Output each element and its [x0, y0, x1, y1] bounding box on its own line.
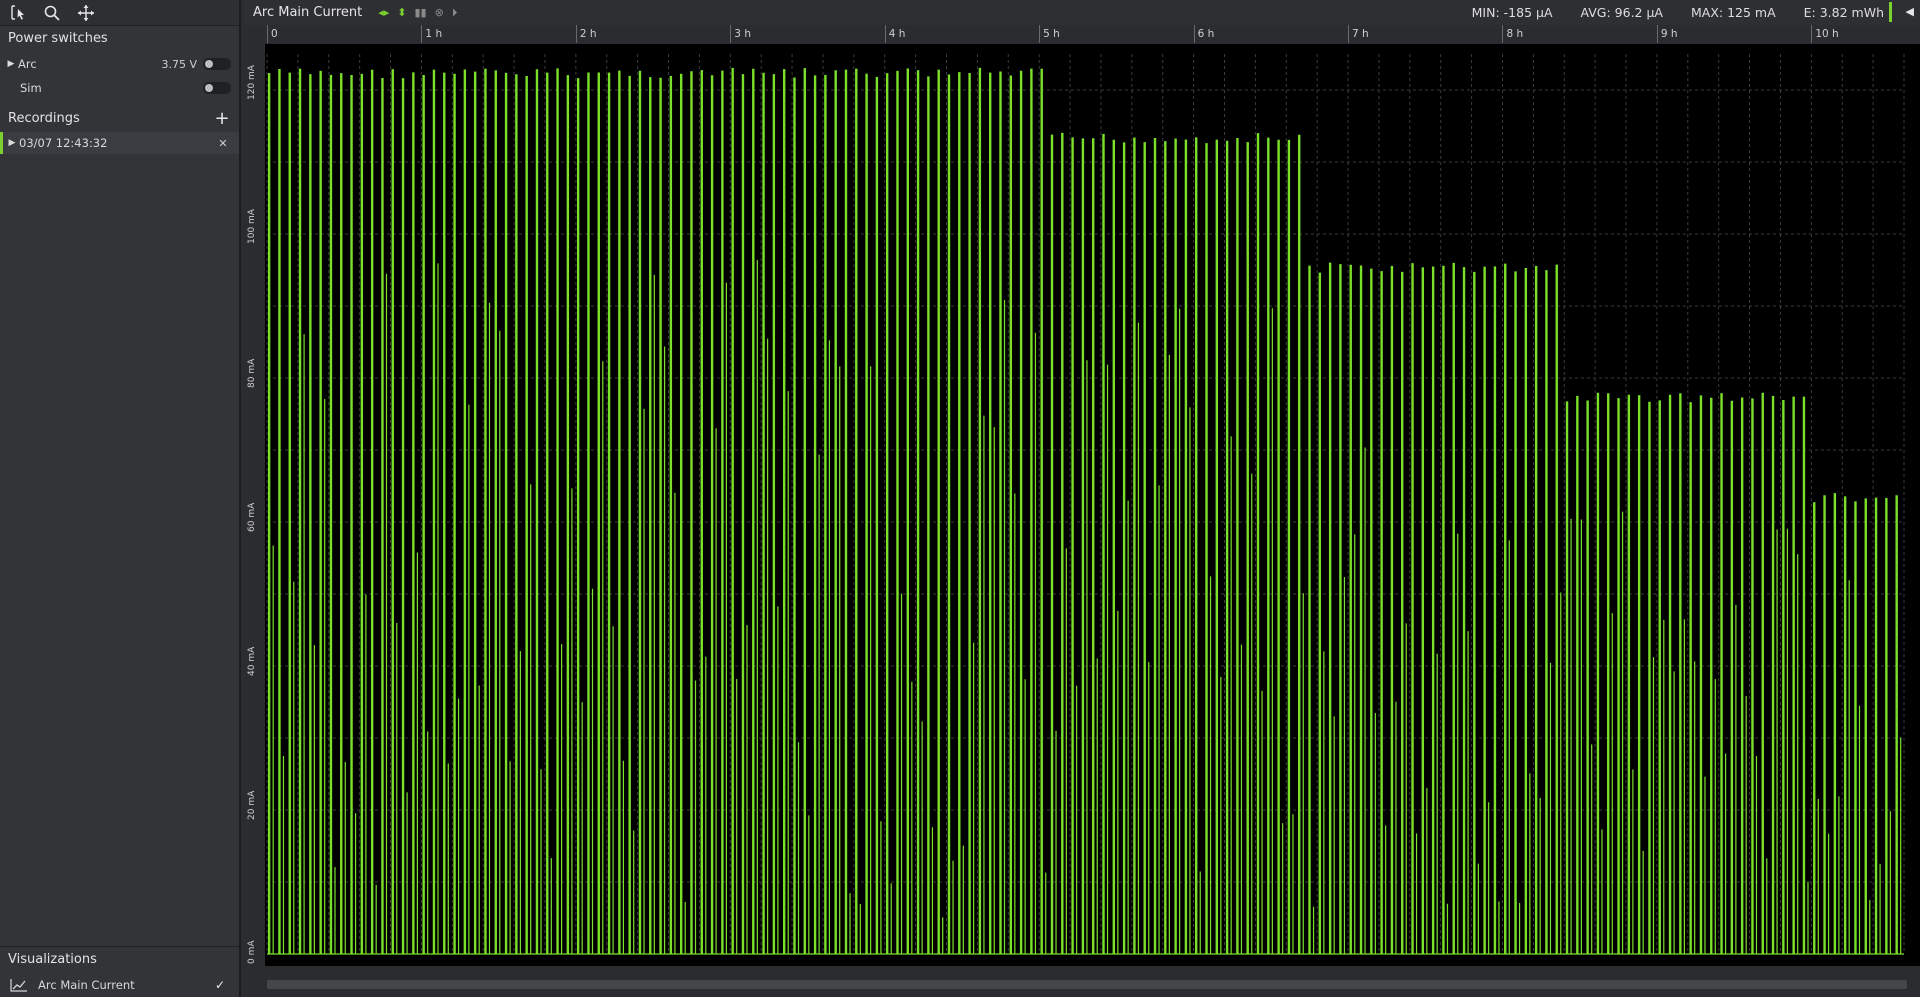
current-tick-label: 120 mA: [247, 65, 257, 100]
power-switches-label: Power switches: [8, 31, 108, 46]
power-toggle-sim[interactable]: [203, 82, 231, 94]
plot-area[interactable]: [265, 44, 1920, 966]
toolbar: [0, 0, 239, 26]
clear-icon[interactable]: ⊗: [435, 6, 444, 19]
visualizations-header: Visualizations: [0, 946, 239, 973]
time-tick-label: 10 h: [1811, 25, 1839, 43]
live-edge-marker: [1889, 2, 1892, 22]
time-scrollbar[interactable]: [267, 980, 1907, 989]
current-tick-label: 20 mA: [247, 790, 257, 820]
time-tick-label: 1 h: [421, 25, 442, 43]
channel-title: Arc Main Current: [253, 5, 363, 20]
cursor-select-icon[interactable]: [6, 2, 30, 24]
visualizations-label: Visualizations: [8, 952, 97, 967]
max-stat: MAX: 125 mA: [1690, 5, 1776, 20]
statistics-readout: MIN: -185 µA AVG: 96.2 µA MAX: 125 mA E:…: [1472, 0, 1884, 25]
expand-caret-icon[interactable]: ▶: [5, 138, 19, 148]
current-tick-label: 40 mA: [247, 646, 257, 676]
time-tick-label: 4 h: [884, 25, 905, 43]
time-tick-label: 9 h: [1656, 25, 1678, 43]
close-icon[interactable]: ✕: [215, 137, 231, 150]
add-recording-button[interactable]: +: [213, 106, 231, 132]
time-tick-label: 6 h: [1193, 25, 1214, 43]
min-stat: MIN: -185 µA: [1471, 5, 1553, 20]
power-switch-label: Sim: [20, 81, 42, 95]
visualization-label: Arc Main Current: [38, 978, 135, 992]
recordings-label: Recordings: [8, 111, 80, 126]
energy-stat: E: 3.82 mWh: [1803, 5, 1884, 20]
fit-vertical-icon[interactable]: ⬍: [397, 6, 406, 19]
channel-header: Arc Main Current ◂▸ ⬍ ▮▮ ⊗ ⏵ MIN: -185 µ…: [243, 0, 1920, 25]
current-tick-label: 100 mA: [247, 209, 257, 244]
recording-label: 03/07 12:43:32: [19, 136, 108, 150]
time-axis: 0 1 h 2 h 3 h 4 h 5 h 6 h 7 h 8 h 9 h 10 h: [265, 25, 1920, 45]
time-tick-label: 8 h: [1502, 25, 1523, 43]
time-tick-label: 5 h: [1039, 25, 1060, 43]
avg-stat: AVG: 96.2 µA: [1580, 5, 1663, 20]
expand-caret-icon[interactable]: ▶: [4, 59, 18, 69]
current-trace-chart: [266, 54, 1905, 955]
current-tick-label: 60 mA: [247, 502, 257, 532]
power-switch-label: Arc: [18, 57, 37, 71]
power-toggle-arc[interactable]: [203, 58, 231, 70]
line-chart-icon: [10, 979, 27, 992]
time-tick-label: 7 h: [1348, 25, 1369, 43]
time-tick-label: 2 h: [575, 25, 597, 43]
power-switches-title: Power switches: [0, 26, 239, 52]
sidebar: Power switches ▶ Arc 3.75 V Sim Recordin…: [0, 0, 241, 997]
current-axis: 0 mA 20 mA 40 mA 60 mA 80 mA 100 mA 120 mA: [243, 44, 265, 966]
time-tick-label: 3 h: [730, 25, 751, 43]
visualizations-panel: Visualizations Arc Main Current ✓: [0, 946, 239, 997]
pan-icon[interactable]: [74, 2, 98, 24]
current-tick-label: 0 mA: [247, 940, 257, 964]
recordings-header: Recordings +: [0, 106, 239, 132]
zoom-icon[interactable]: [40, 2, 64, 24]
grid-lines: [266, 54, 1905, 955]
current-trace-line: [267, 67, 1904, 955]
recording-item[interactable]: ▶ 03/07 12:43:32 ✕: [0, 132, 239, 154]
stop-icon[interactable]: ▮▮: [415, 6, 427, 19]
voltage-value: 3.75 V: [161, 57, 197, 71]
main-panel: Arc Main Current ◂▸ ⬍ ▮▮ ⊗ ⏵ MIN: -185 µ…: [243, 0, 1920, 997]
power-switch-sim[interactable]: Sim: [0, 76, 239, 100]
current-tick-label: 80 mA: [247, 358, 257, 388]
step-forward-icon[interactable]: ⏵: [452, 6, 458, 20]
bottom-bar: [265, 966, 1920, 997]
power-switch-arc[interactable]: ▶ Arc 3.75 V: [0, 52, 239, 76]
visualization-item[interactable]: Arc Main Current ✓: [0, 973, 239, 997]
fit-horizontal-icon[interactable]: ◂▸: [378, 6, 389, 19]
collapse-arrow-icon[interactable]: ◀: [1906, 5, 1914, 18]
time-tick-label: 0: [267, 25, 278, 43]
checkmark-icon[interactable]: ✓: [213, 978, 227, 992]
